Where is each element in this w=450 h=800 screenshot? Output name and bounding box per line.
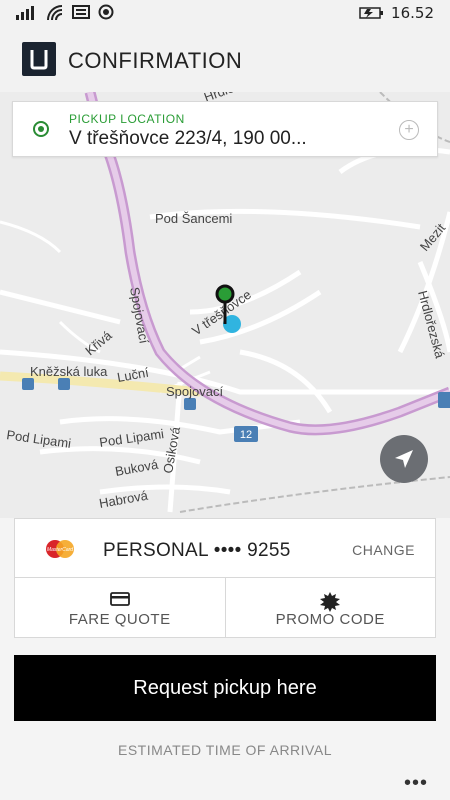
svg-text:Spojovací: Spojovací	[166, 384, 223, 399]
eta-label: ESTIMATED TIME OF ARRIVAL	[118, 742, 332, 758]
payment-name: PERSONAL •••• 9255	[103, 540, 291, 561]
add-stop-icon[interactable]: +	[399, 120, 419, 140]
svg-text:12: 12	[240, 429, 252, 441]
payment-row[interactable]: MasterCard PERSONAL •••• 9255 CHANGE	[14, 518, 436, 578]
svg-text:Kněžská luka: Kněžská luka	[30, 364, 108, 379]
uber-logo-icon	[22, 42, 56, 76]
mastercard-icon: MasterCard	[46, 540, 74, 558]
svg-text:Osiková: Osiková	[160, 425, 183, 475]
svg-text:Pod Šancemi: Pod Šancemi	[155, 211, 232, 226]
svg-text:MasterCard: MasterCard	[47, 547, 73, 553]
status-bar: 16.52	[0, 0, 450, 26]
location-icon	[98, 4, 114, 20]
more-options-icon[interactable]: •••	[404, 773, 428, 793]
svg-text:Pod Lipami: Pod Lipami	[6, 427, 73, 451]
pickup-label: PICKUP LOCATION	[69, 112, 185, 126]
promo-code-button[interactable]: PROMO CODE	[224, 578, 436, 637]
battery-icon	[359, 7, 384, 19]
signal-icon	[16, 6, 34, 20]
pickup-dot-icon	[33, 121, 49, 137]
svg-text:Pod Lipami: Pod Lipami	[98, 426, 165, 450]
app-header: CONFIRMATION	[0, 26, 450, 92]
svg-text:Luční: Luční	[116, 365, 150, 385]
wifi-icon	[47, 5, 63, 20]
svg-text:Buková: Buková	[114, 457, 160, 479]
svg-text:Křivá: Křivá	[82, 327, 115, 358]
actions-row: FARE QUOTE PROMO CODE	[14, 578, 436, 638]
badge-icon	[320, 592, 341, 612]
promo-code-label: PROMO CODE	[275, 611, 385, 628]
credit-card-icon	[109, 592, 130, 606]
bottom-panel: MasterCard PERSONAL •••• 9255 CHANGE FAR…	[0, 518, 450, 800]
pickup-address[interactable]: V třešňovce 223/4, 190 00...	[69, 128, 307, 150]
fare-quote-label: FARE QUOTE	[68, 611, 171, 628]
pickup-location-card[interactable]: PICKUP LOCATION V třešňovce 223/4, 190 0…	[12, 101, 438, 157]
message-icon	[72, 5, 90, 19]
status-time: 16.52	[391, 4, 434, 22]
fare-quote-button[interactable]: FARE QUOTE	[15, 578, 225, 637]
page-title: CONFIRMATION	[68, 48, 243, 73]
locate-me-button[interactable]	[380, 435, 428, 483]
navigation-arrow-icon	[395, 450, 413, 468]
change-payment-button[interactable]: CHANGE	[352, 542, 415, 558]
request-pickup-button[interactable]: Request pickup here	[14, 655, 436, 721]
